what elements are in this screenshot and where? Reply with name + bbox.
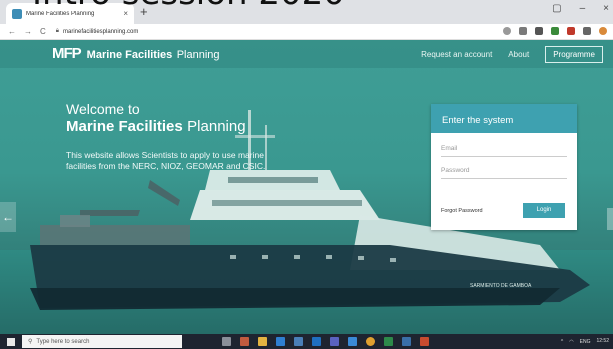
star-icon[interactable]: [503, 27, 511, 35]
windows-logo-icon: [7, 337, 15, 346]
welcome-title-light: Planning: [187, 118, 246, 135]
chrome-icon[interactable]: [366, 337, 375, 346]
forgot-password-link[interactable]: Forgot Password: [441, 208, 483, 214]
forward-button[interactable]: →: [24, 27, 32, 36]
login-title: Enter the system: [431, 104, 577, 133]
start-button[interactable]: [0, 334, 22, 349]
welcome-block: Welcome to Marine Facilities Planning Th…: [66, 100, 296, 172]
outlook-icon[interactable]: [312, 337, 321, 346]
window-controls: ▢ – ×: [552, 3, 609, 14]
shield-icon[interactable]: [519, 27, 527, 35]
language-indicator[interactable]: ENG: [580, 339, 591, 345]
taskbar-search-placeholder: Type here to search: [36, 338, 90, 345]
url-text: marinefacilitiesplanning.com: [62, 28, 139, 35]
about-link[interactable]: About: [508, 50, 529, 59]
address-bar: ← → C 🔒︎ marinefacilitiesplanning.com: [0, 24, 613, 40]
new-tab-button[interactable]: +: [140, 3, 148, 21]
login-panel: Enter the system Email Password Forgot P…: [431, 104, 577, 230]
hero-section: SARMIENTO DE GAMBOA MFP Marine Facilitie…: [0, 40, 613, 334]
url-field[interactable]: 🔒︎ marinefacilitiesplanning.com: [56, 28, 139, 35]
browser-tab[interactable]: Marine Facilities Planning ×: [6, 3, 134, 24]
password-field[interactable]: Password: [441, 157, 567, 179]
edge-icon[interactable]: [276, 337, 285, 346]
excel-icon[interactable]: [384, 337, 393, 346]
grid-icon[interactable]: [535, 27, 543, 35]
powerpoint-icon[interactable]: [420, 337, 429, 346]
welcome-description: This website allows Scientists to apply …: [66, 150, 266, 171]
site-logo[interactable]: MFP Marine Facilities Planning: [52, 45, 220, 63]
tab-search-icon[interactable]: ▢: [552, 3, 561, 14]
site-header: MFP Marine Facilities Planning Request a…: [0, 40, 613, 68]
tab-title: Marine Facilities Planning: [26, 10, 95, 17]
request-account-link[interactable]: Request an account: [421, 50, 492, 59]
taskbar-apps: [222, 337, 429, 346]
favicon-icon: [12, 8, 22, 19]
welcome-heading: Welcome to: [66, 101, 140, 117]
system-tray: ^ ◠ ENG 12:52: [561, 334, 609, 349]
file-explorer-icon[interactable]: [258, 337, 267, 346]
programme-button[interactable]: Programme: [545, 46, 603, 63]
mail-icon[interactable]: [240, 337, 249, 346]
search-icon: ⚲: [28, 339, 33, 345]
extension-icons: [503, 27, 607, 35]
logo-name-light: Planning: [176, 49, 220, 61]
email-field[interactable]: Email: [441, 135, 567, 157]
back-button[interactable]: ←: [8, 27, 16, 36]
wifi-icon[interactable]: ◠: [569, 339, 573, 345]
lock-icon: 🔒︎: [55, 28, 59, 34]
welcome-title-bold: Marine Facilities: [66, 118, 183, 135]
reload-button[interactable]: C: [40, 27, 46, 36]
teams-icon[interactable]: [330, 337, 339, 346]
logo-mark: MFP: [52, 45, 82, 62]
carousel-prev-button[interactable]: ←: [0, 202, 16, 232]
profile-avatar-icon[interactable]: [599, 27, 607, 35]
carousel-next-button[interactable]: [607, 208, 613, 230]
app-icon[interactable]: [402, 337, 411, 346]
store-icon[interactable]: [294, 337, 303, 346]
taskbar: ⚲ Type here to search ^ ◠ ENG 12:52: [0, 334, 613, 349]
extension-red-icon[interactable]: [567, 27, 575, 35]
close-window-button[interactable]: ×: [603, 3, 609, 14]
extension-green-icon[interactable]: [551, 27, 559, 35]
task-view-icon[interactable]: [222, 337, 231, 346]
browser-tab-strip: Marine Facilities Planning × + ▢ – ×: [0, 0, 613, 24]
minimize-button[interactable]: –: [580, 3, 586, 14]
login-button[interactable]: Login: [523, 203, 565, 218]
tray-chevron-icon[interactable]: ^: [561, 339, 563, 345]
puzzle-icon[interactable]: [583, 27, 591, 35]
site-nav: Request an account About Programme: [421, 46, 603, 63]
check-icon[interactable]: [348, 337, 357, 346]
ship-name-label: SARMIENTO DE GAMBOA: [470, 283, 532, 289]
clock[interactable]: 12:52: [596, 339, 609, 344]
logo-name-bold: Marine Facilities: [86, 49, 173, 61]
taskbar-search[interactable]: ⚲ Type here to search: [22, 335, 182, 348]
tab-close-icon[interactable]: ×: [123, 9, 128, 18]
